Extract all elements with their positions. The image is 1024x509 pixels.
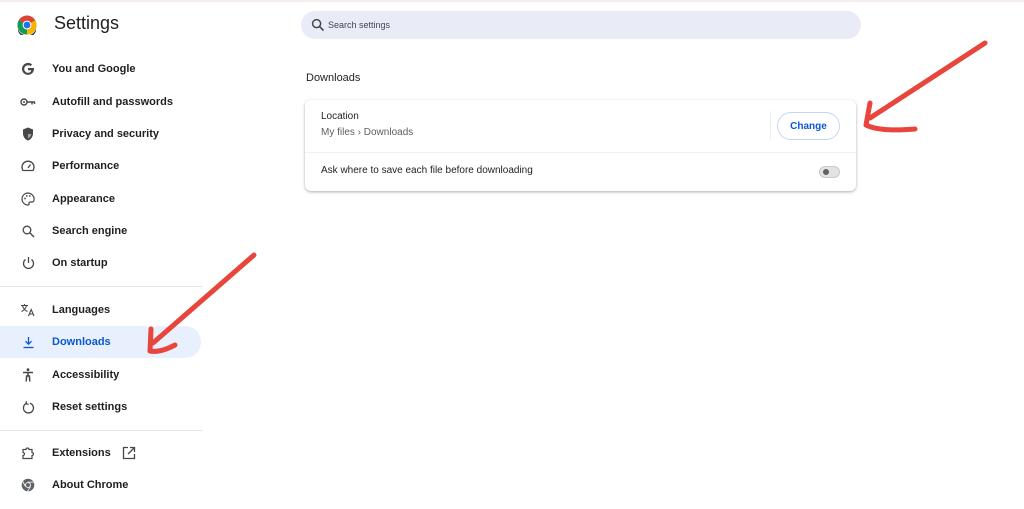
key-icon xyxy=(20,94,36,110)
palette-icon xyxy=(20,191,36,207)
sidebar-item-privacy[interactable]: Privacy and security xyxy=(0,118,201,150)
sidebar-item-autofill[interactable]: Autofill and passwords xyxy=(0,86,201,118)
open-in-new-icon xyxy=(122,446,136,460)
sidebar-divider xyxy=(0,430,203,431)
sidebar-item-label: Languages xyxy=(52,304,111,316)
sidebar-item-on-startup[interactable]: On startup xyxy=(0,247,201,279)
sidebar-item-label: About Chrome xyxy=(52,479,129,491)
change-location-button[interactable]: Change xyxy=(777,112,840,140)
translate-icon xyxy=(20,302,36,318)
sidebar-item-you-and-google[interactable]: You and Google xyxy=(0,53,201,85)
sidebar-item-appearance[interactable]: Appearance xyxy=(0,183,201,215)
search-icon xyxy=(311,18,325,32)
accessibility-icon xyxy=(20,367,36,383)
shield-icon xyxy=(20,126,36,142)
sidebar-item-downloads[interactable]: Downloads xyxy=(0,326,201,358)
sidebar-item-label: Extensions xyxy=(52,447,111,459)
vertical-separator xyxy=(770,111,771,139)
sidebar-item-label: Reset settings xyxy=(52,401,128,413)
reset-icon xyxy=(20,399,36,415)
section-title: Downloads xyxy=(306,72,361,84)
app-title: Settings xyxy=(54,13,120,33)
speedometer-icon xyxy=(20,158,36,174)
row-separator xyxy=(305,152,856,153)
sidebar-divider xyxy=(0,286,203,287)
ask-where-label: Ask where to save each file before downl… xyxy=(321,165,533,176)
sidebar-item-languages[interactable]: Languages xyxy=(0,294,201,326)
power-icon xyxy=(20,255,36,271)
top-border xyxy=(0,0,1024,2)
sidebar-item-about-chrome[interactable]: About Chrome xyxy=(0,469,201,501)
sidebar-item-label: Autofill and passwords xyxy=(52,96,174,108)
search-input[interactable] xyxy=(328,11,848,39)
sidebar-item-label: Performance xyxy=(52,160,120,172)
sidebar-item-performance[interactable]: Performance xyxy=(0,150,201,182)
sidebar-item-search-engine[interactable]: Search engine xyxy=(0,215,201,247)
toggle-knob xyxy=(823,169,829,175)
chrome-icon xyxy=(20,477,36,493)
chrome-logo-icon xyxy=(17,15,37,35)
sidebar-item-label: Downloads xyxy=(52,336,111,348)
sidebar-item-accessibility[interactable]: Accessibility xyxy=(0,359,201,391)
search-bar xyxy=(301,11,861,39)
sidebar-item-reset-settings[interactable]: Reset settings xyxy=(0,391,201,423)
sidebar-item-label: On startup xyxy=(52,257,108,269)
location-path: My files › Downloads xyxy=(321,127,414,138)
sidebar-item-label: Accessibility xyxy=(52,369,120,381)
ask-where-toggle[interactable] xyxy=(819,166,840,178)
search-icon xyxy=(20,223,36,239)
sidebar-item-label: Search engine xyxy=(52,225,128,237)
sidebar-item-label: Appearance xyxy=(52,193,115,205)
puzzle-icon xyxy=(20,445,36,461)
sidebar-item-label: Privacy and security xyxy=(52,128,160,140)
download-icon xyxy=(20,334,36,350)
google-g-icon xyxy=(20,61,36,77)
sidebar-item-extensions[interactable]: Extensions xyxy=(0,437,201,469)
annotation-arrow-change xyxy=(863,40,988,133)
sidebar-item-label: You and Google xyxy=(52,63,136,75)
downloads-settings-card: Location My files › Downloads Change Ask… xyxy=(305,100,856,191)
location-label: Location xyxy=(321,111,359,122)
